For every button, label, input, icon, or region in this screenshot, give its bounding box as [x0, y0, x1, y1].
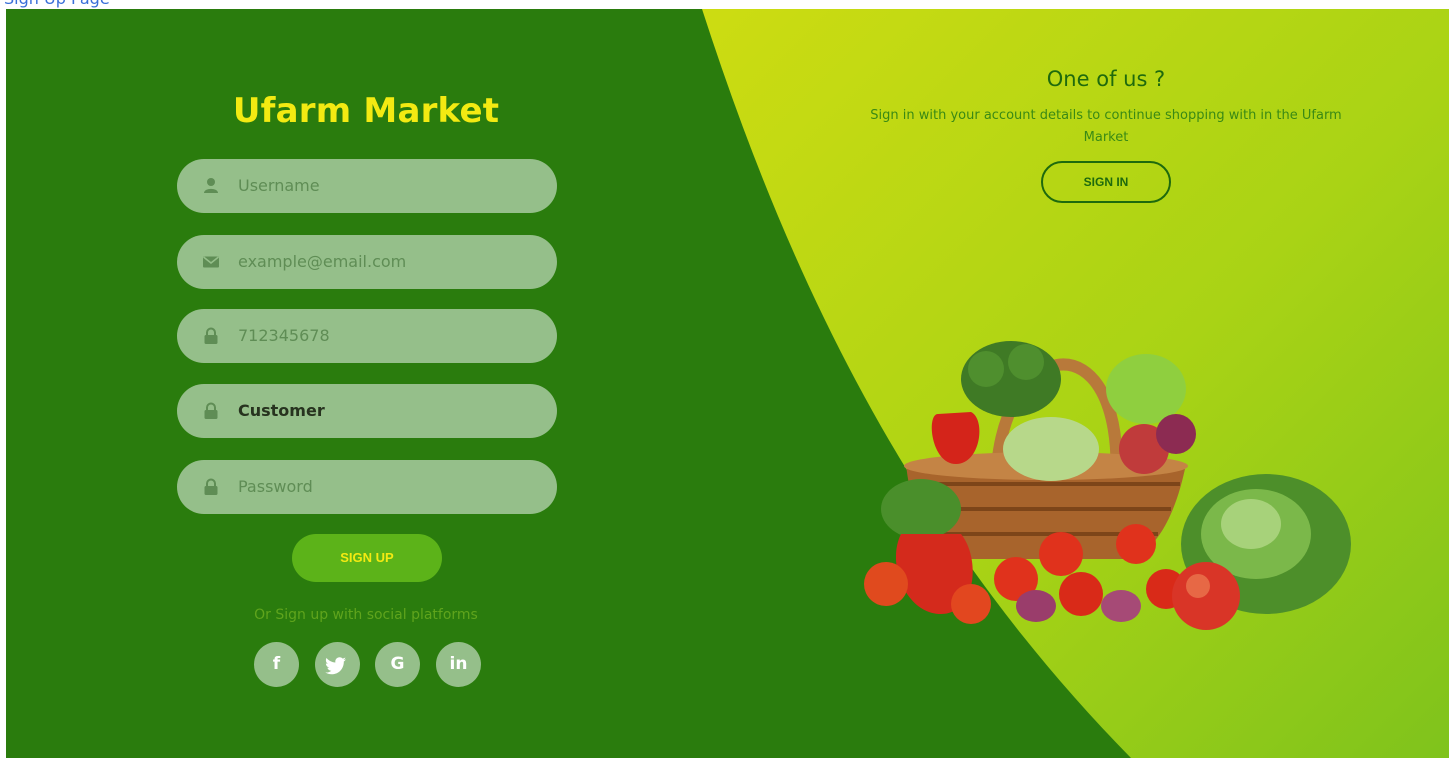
- lock-icon: [204, 402, 218, 419]
- twitter-icon: [325, 657, 346, 675]
- email-field[interactable]: example@email.com: [177, 235, 557, 289]
- role-value: Customer: [238, 401, 325, 420]
- signup-button[interactable]: SIGN UP: [292, 534, 442, 582]
- lock-icon: [204, 478, 218, 495]
- phone-field[interactable]: 712345678: [177, 309, 557, 363]
- linkedin-icon: in: [449, 654, 468, 674]
- user-icon: [204, 178, 218, 193]
- browser-title-fragment: Sign Up Page: [4, 0, 110, 8]
- linkedin-button[interactable]: in: [436, 642, 481, 687]
- google-icon: G: [390, 654, 405, 674]
- brand-title: Ufarm Market: [232, 91, 500, 131]
- google-button[interactable]: G: [375, 642, 420, 687]
- email-placeholder: example@email.com: [238, 252, 407, 271]
- social-label: Or Sign up with social platforms: [254, 607, 478, 623]
- vegetable-basket-image: [864, 341, 1351, 630]
- lock-icon: [204, 327, 218, 344]
- browser-strip: Sign Up Page: [0, 0, 1454, 9]
- envelope-icon: [203, 256, 219, 268]
- phone-value: 712345678: [238, 326, 330, 345]
- username-placeholder: Username: [238, 176, 320, 195]
- promo-title: One of us ?: [1046, 67, 1166, 91]
- role-field[interactable]: Customer: [177, 384, 557, 438]
- facebook-icon: f: [272, 654, 281, 674]
- password-placeholder: Password: [238, 477, 313, 496]
- facebook-button[interactable]: f: [254, 642, 299, 687]
- username-field[interactable]: Username: [177, 159, 557, 213]
- password-field[interactable]: Password: [177, 460, 557, 514]
- signup-page: Ufarm Market Username example@email.com …: [6, 9, 1449, 758]
- promo-text: Sign in with your account details to con…: [870, 108, 1342, 145]
- signin-button[interactable]: SIGN IN: [1041, 161, 1171, 203]
- twitter-button[interactable]: [315, 642, 360, 687]
